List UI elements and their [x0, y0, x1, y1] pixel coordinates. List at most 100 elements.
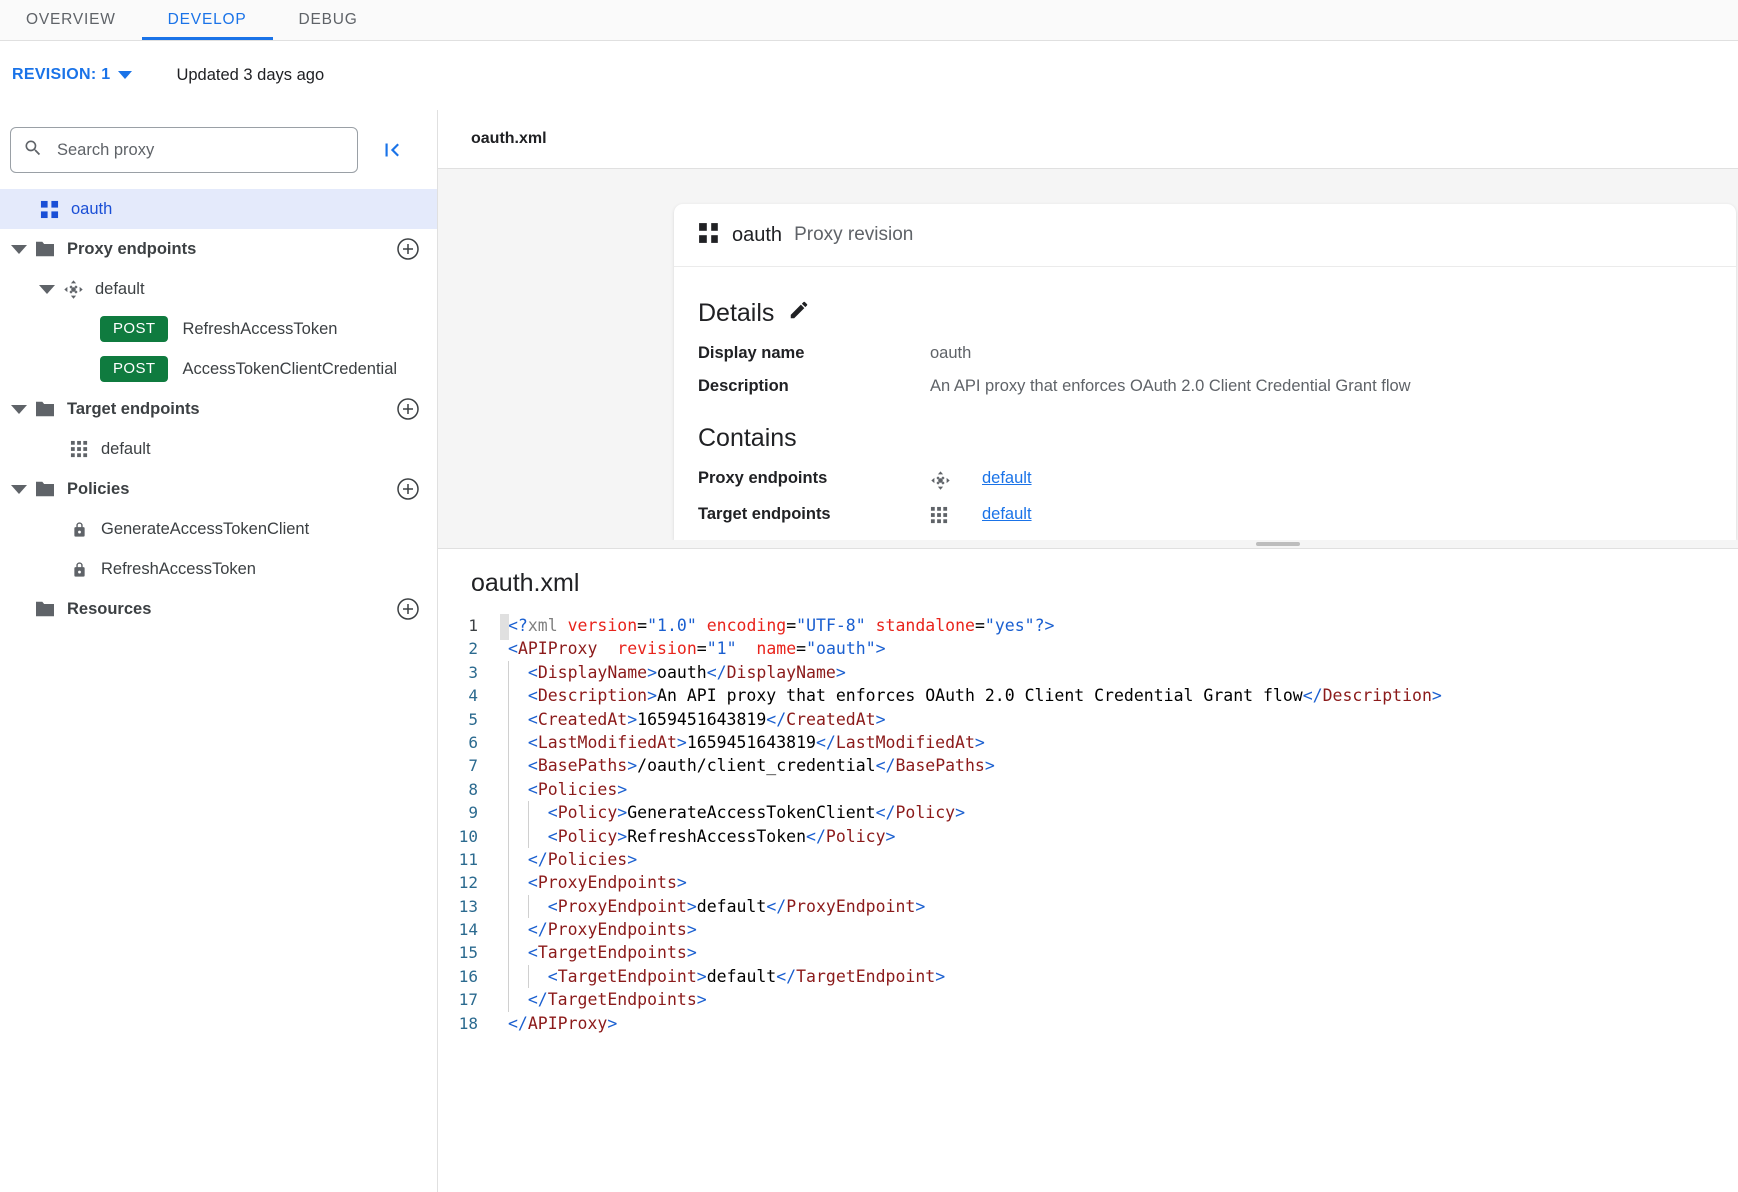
- tab-debug[interactable]: DEBUG: [273, 0, 384, 40]
- code-line[interactable]: 10 <Policy>RefreshAccessToken</Policy>: [438, 825, 1738, 848]
- splitter-grip[interactable]: [1256, 542, 1300, 546]
- code-text[interactable]: <DisplayName>oauth</DisplayName>: [500, 661, 846, 684]
- code-line[interactable]: 14 </ProxyEndpoints>: [438, 918, 1738, 941]
- tab-develop[interactable]: DEVELOP: [142, 0, 273, 40]
- indent-guide: [528, 965, 529, 988]
- indent-guide: [508, 918, 509, 941]
- code-line[interactable]: 16 <TargetEndpoint>default</TargetEndpoi…: [438, 965, 1738, 988]
- file-tab-oauth-xml[interactable]: oauth.xml: [471, 130, 547, 148]
- search-proxy-box[interactable]: [10, 127, 358, 173]
- chevron-down-icon[interactable]: [6, 396, 32, 422]
- method-badge-post: POST: [100, 356, 168, 383]
- tree-item-proxy-endpoint-default[interactable]: default: [0, 269, 437, 309]
- indent-guide: [508, 895, 509, 918]
- add-resource-button[interactable]: [395, 596, 421, 622]
- top-tab-bar: OVERVIEW DEVELOP DEBUG: [0, 0, 1738, 41]
- line-number: 5: [438, 708, 500, 731]
- description-row: Description An API proxy that enforces O…: [698, 377, 1712, 396]
- code-line[interactable]: 6 <LastModifiedAt>1659451643819</LastMod…: [438, 731, 1738, 754]
- tree-item-flow-accesstokenclientcredential[interactable]: POST AccessTokenClientCredential: [0, 349, 437, 389]
- code-line[interactable]: 2<APIProxy revision="1" name="oauth">: [438, 637, 1738, 660]
- tree-item-policy-generateaccesstokenclient[interactable]: GenerateAccessTokenClient: [0, 509, 437, 549]
- indent-guide: [508, 661, 509, 684]
- code-text[interactable]: <LastModifiedAt>1659451643819</LastModif…: [500, 731, 985, 754]
- tree-item-target-endpoint-default[interactable]: default: [0, 429, 437, 469]
- card-header: oauth Proxy revision: [674, 204, 1736, 267]
- line-number: 16: [438, 965, 500, 988]
- updated-timestamp: Updated 3 days ago: [176, 66, 324, 85]
- tab-overview[interactable]: OVERVIEW: [0, 0, 142, 40]
- tree-item-label: Target endpoints: [67, 400, 200, 419]
- tree-group-target-endpoints[interactable]: Target endpoints: [0, 389, 437, 429]
- code-line[interactable]: 5 <CreatedAt>1659451643819</CreatedAt>: [438, 708, 1738, 731]
- code-text[interactable]: </TargetEndpoints>: [500, 988, 707, 1011]
- code-line[interactable]: 4 <Description>An API proxy that enforce…: [438, 684, 1738, 707]
- proxy-sidebar: oauth Proxy endpoints: [0, 110, 438, 1192]
- chevron-down-icon[interactable]: [6, 236, 32, 262]
- chevron-down-icon[interactable]: [34, 276, 60, 302]
- tree-item-policy-refreshaccesstoken[interactable]: RefreshAccessToken: [0, 549, 437, 589]
- code-text[interactable]: <TargetEndpoint>default</TargetEndpoint>: [500, 965, 945, 988]
- code-line[interactable]: 7 <BasePaths>/oauth/client_credential</B…: [438, 754, 1738, 777]
- code-text[interactable]: <BasePaths>/oauth/client_credential</Bas…: [500, 754, 995, 777]
- line-number: 14: [438, 918, 500, 941]
- tree-item-label: GenerateAccessTokenClient: [101, 520, 309, 539]
- target-endpoints-link[interactable]: default: [982, 505, 1032, 524]
- code-line[interactable]: 11 </Policies>: [438, 848, 1738, 871]
- line-number: 12: [438, 871, 500, 894]
- proxy-endpoints-link[interactable]: default: [982, 469, 1032, 488]
- chevron-down-icon[interactable]: [6, 476, 32, 502]
- code-text[interactable]: <?xml version="1.0" encoding="UTF-8" sta…: [500, 614, 1054, 637]
- code-text[interactable]: <ProxyEndpoint>default</ProxyEndpoint>: [500, 895, 925, 918]
- code-line[interactable]: 3 <DisplayName>oauth</DisplayName>: [438, 661, 1738, 684]
- tree-item-label: oauth: [71, 200, 112, 219]
- indent-guide: [508, 988, 509, 1011]
- code-text[interactable]: <APIProxy revision="1" name="oauth">: [500, 637, 886, 660]
- line-number: 18: [438, 1012, 500, 1035]
- collapse-sidebar-button[interactable]: [370, 127, 414, 173]
- code-line[interactable]: 17 </TargetEndpoints>: [438, 988, 1738, 1011]
- line-number: 2: [438, 637, 500, 660]
- code-text[interactable]: <Policies>: [500, 778, 627, 801]
- tree-group-proxy-endpoints[interactable]: Proxy endpoints: [0, 229, 437, 269]
- target-endpoints-key: Target endpoints: [698, 505, 930, 524]
- tree-item-flow-refreshaccesstoken[interactable]: POST RefreshAccessToken: [0, 309, 437, 349]
- code-line[interactable]: 13 <ProxyEndpoint>default</ProxyEndpoint…: [438, 895, 1738, 918]
- code-line[interactable]: 1<?xml version="1.0" encoding="UTF-8" st…: [438, 614, 1738, 637]
- description-value: An API proxy that enforces OAuth 2.0 Cli…: [930, 377, 1411, 396]
- card-body: Details Display name oauth Description A…: [674, 267, 1736, 540]
- line-number: 3: [438, 661, 500, 684]
- add-policy-button[interactable]: [395, 476, 421, 502]
- indent-guide: [508, 942, 509, 965]
- code-text[interactable]: <Policy>RefreshAccessToken</Policy>: [500, 825, 895, 848]
- line-number: 11: [438, 848, 500, 871]
- code-text[interactable]: <Description>An API proxy that enforces …: [500, 684, 1442, 707]
- code-text[interactable]: </ProxyEndpoints>: [500, 918, 697, 941]
- code-editor: oauth.xml 1<?xml version="1.0" encoding=…: [438, 549, 1738, 1192]
- edit-pencil-icon[interactable]: [788, 299, 810, 328]
- code-line[interactable]: 8 <Policies>: [438, 778, 1738, 801]
- code-text[interactable]: <CreatedAt>1659451643819</CreatedAt>: [500, 708, 886, 731]
- tree-item-label: AccessTokenClientCredential: [182, 360, 397, 379]
- code-text[interactable]: </Policies>: [500, 848, 637, 871]
- tree-group-policies[interactable]: Policies: [0, 469, 437, 509]
- search-input[interactable]: [55, 140, 345, 161]
- revision-selector[interactable]: REVISION: 1: [10, 62, 134, 88]
- add-target-endpoint-button[interactable]: [395, 396, 421, 422]
- panel-splitter[interactable]: [438, 540, 1738, 549]
- code-lines-container[interactable]: 1<?xml version="1.0" encoding="UTF-8" st…: [438, 614, 1738, 1192]
- code-text[interactable]: <TargetEndpoints>: [500, 941, 697, 964]
- indent-guide: [508, 871, 509, 894]
- display-name-value: oauth: [930, 344, 971, 363]
- tree-group-resources[interactable]: Resources: [0, 589, 437, 629]
- code-text[interactable]: <Policy>GenerateAccessTokenClient</Polic…: [500, 801, 965, 824]
- code-line[interactable]: 18</APIProxy>: [438, 1012, 1738, 1035]
- code-line[interactable]: 12 <ProxyEndpoints>: [438, 871, 1738, 894]
- tree-item-oauth[interactable]: oauth: [0, 189, 437, 229]
- code-text[interactable]: <ProxyEndpoints>: [500, 871, 687, 894]
- code-line[interactable]: 9 <Policy>GenerateAccessTokenClient</Pol…: [438, 801, 1738, 824]
- add-proxy-endpoint-button[interactable]: [395, 236, 421, 262]
- code-line[interactable]: 15 <TargetEndpoints>: [438, 941, 1738, 964]
- code-text[interactable]: </APIProxy>: [500, 1012, 617, 1035]
- indent-guide: [528, 895, 529, 918]
